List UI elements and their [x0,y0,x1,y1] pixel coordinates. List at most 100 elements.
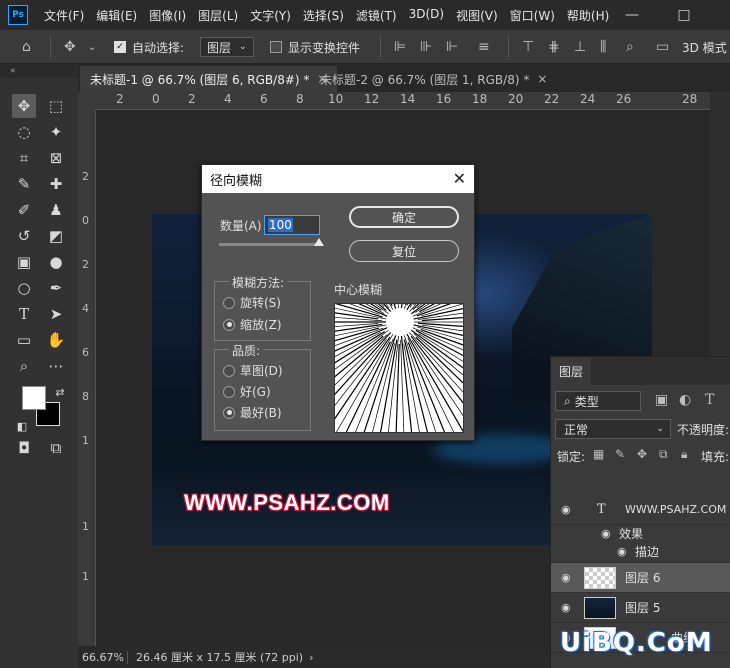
eye-icon[interactable]: ◉ [561,571,571,584]
amount-input[interactable]: 100 [264,215,320,235]
menu-filter[interactable]: 滤镜(T) [350,7,403,24]
collapse-panel-icon[interactable]: « [0,64,78,78]
gradient-tool-icon[interactable]: ▣ [12,250,36,274]
foreground-color-swatch[interactable] [22,386,46,410]
layer-filter-dropdown[interactable]: ⌕ 类型 [555,391,641,411]
zoom-level[interactable]: 66.67% [78,650,128,664]
distribute-vertical-icon[interactable]: ⫼ [600,30,606,64]
brush-tool-icon[interactable]: ✐ [12,198,36,222]
default-colors-icon[interactable]: ◧ [10,414,34,438]
layer-6[interactable]: ◉ 图层 6 [551,563,730,593]
radio-best[interactable] [223,406,235,419]
lock-artboard-icon[interactable]: ⧉ [659,447,668,462]
auto-select-checkbox[interactable]: ✓ [114,30,126,64]
lock-all-icon[interactable]: 🔒︎ [681,447,687,462]
tab-document-2[interactable]: 未标题-2 @ 66.7% (图层 1, RGB/8) * × [310,66,557,92]
lock-position-icon[interactable]: ✥ [637,447,647,461]
layer-effects-row[interactable]: ◉ 效果 [551,523,730,543]
search-icon[interactable]: ⌕ [626,30,634,64]
swap-colors-icon[interactable]: ⇄ [48,380,72,404]
filter-image-icon[interactable]: ▣ [655,392,668,408]
menu-edit[interactable]: 编辑(E) [90,7,143,24]
workspace-icon[interactable]: ▭ [656,30,669,64]
move-tool-icon[interactable]: ✥ [64,30,76,64]
eraser-tool-icon[interactable]: ◩ [44,224,68,248]
align-left-icon[interactable]: ⊫ [394,30,406,64]
blur-tool-icon[interactable]: ● [44,250,68,274]
magic-wand-icon[interactable]: ✦ [44,120,68,144]
menu-view[interactable]: 视图(V) [450,7,504,24]
history-brush-icon[interactable]: ↺ [12,224,36,248]
pen-tool-icon[interactable]: ✒ [44,276,68,300]
eye-icon[interactable]: ◉ [601,527,611,540]
stamp-tool-icon[interactable]: ♟ [44,198,68,222]
layer-text-watermark[interactable]: ◉ T WWW.PSAHZ.COM [551,495,730,525]
menu-file[interactable]: 文件(F) [38,7,90,24]
menu-select[interactable]: 选择(S) [297,7,350,24]
maximize-button[interactable]: □ [664,0,704,30]
close-icon[interactable]: ✕ [453,169,466,188]
amount-slider-thumb[interactable] [314,238,324,246]
rectangle-tool-icon[interactable]: ▭ [12,328,36,352]
distribute-icon[interactable]: ≡ [478,30,490,64]
healing-brush-icon[interactable]: ✚ [44,172,68,196]
eyedropper-icon[interactable]: ✎ [12,172,36,196]
show-transform-checkbox[interactable] [270,30,282,64]
align-bottom-icon[interactable]: ⊥ [574,30,586,64]
radio-good[interactable] [223,385,235,398]
path-select-icon[interactable]: ➤ [44,302,68,326]
align-center-icon[interactable]: ⊪ [420,30,432,64]
close-icon[interactable]: × [537,72,547,86]
quality-good-option[interactable]: 好(G) [223,383,271,400]
blend-mode-dropdown[interactable]: 正常 ⌄ [555,419,671,439]
method-zoom-option[interactable]: 缩放(Z) [223,316,282,333]
filter-type-icon[interactable]: T [705,392,714,408]
menu-layer[interactable]: 图层(L) [192,7,244,24]
auto-select-target-dropdown[interactable]: 图层 ⌄ [200,37,254,57]
reset-button[interactable]: 复位 [349,240,459,262]
quality-best-option[interactable]: 最好(B) [223,404,282,421]
home-icon[interactable]: ⌂ [22,30,31,64]
crop-tool-icon[interactable]: ⌗ [12,146,36,170]
lasso-tool-icon[interactable]: ◌ [12,120,36,144]
radio-spin[interactable] [223,296,235,309]
align-middle-icon[interactable]: ⋕ [548,30,560,64]
amount-slider-track[interactable] [219,243,321,246]
ok-button[interactable]: 确定 [349,206,459,228]
3d-mode-label[interactable]: 3D 模式 [682,30,727,64]
more-tools-icon[interactable]: ⋯ [44,354,68,378]
menu-3d[interactable]: 3D(D) [403,7,450,24]
lock-pixels-icon[interactable]: ✎ [615,447,625,461]
type-tool-icon[interactable]: T [12,302,36,326]
menu-image[interactable]: 图像(I) [143,7,192,24]
frame-tool-icon[interactable]: ⊠ [44,146,68,170]
dodge-tool-icon[interactable]: ○ [12,276,36,300]
quick-mask-icon[interactable]: ◘ [12,436,36,460]
document-info[interactable]: 26.46 厘米 x 17.5 厘米 (72 ppi) [128,649,303,665]
hand-tool-icon[interactable]: ✋ [44,328,68,352]
eye-icon[interactable]: ◉ [561,601,571,614]
radio-draft[interactable] [223,364,235,377]
filter-adjustment-icon[interactable]: ◐ [679,392,691,408]
align-top-icon[interactable]: ⊤ [522,30,534,64]
screen-mode-icon[interactable]: ⧉ [44,436,68,460]
menu-type[interactable]: 文字(Y) [244,7,297,24]
tab-document-1[interactable]: 未标题-1 @ 66.7% (图层 6, RGB/8#) * × [80,66,338,92]
lock-transparent-icon[interactable]: ▦ [593,447,604,461]
move-tool-icon[interactable]: ✥ [12,94,36,118]
radio-zoom[interactable] [223,318,235,331]
minimize-button[interactable]: — [612,0,652,30]
eye-icon[interactable]: ◉ [617,545,627,558]
eye-icon[interactable]: ◉ [561,503,571,516]
menu-help[interactable]: 帮助(H) [561,7,615,24]
marquee-tool-icon[interactable]: ⬚ [44,94,68,118]
method-spin-option[interactable]: 旋转(S) [223,294,281,311]
tab-layers[interactable]: 图层 [551,357,591,385]
quality-draft-option[interactable]: 草图(D) [223,362,283,379]
menu-window[interactable]: 窗口(W) [504,7,561,24]
blur-center-preview[interactable] [334,303,464,433]
chevron-down-icon[interactable]: ⌄ [88,30,96,64]
align-right-icon[interactable]: ⊩ [446,30,458,64]
status-menu-icon[interactable]: › [309,651,313,664]
layer-5[interactable]: ◉ 图层 5 [551,593,730,623]
